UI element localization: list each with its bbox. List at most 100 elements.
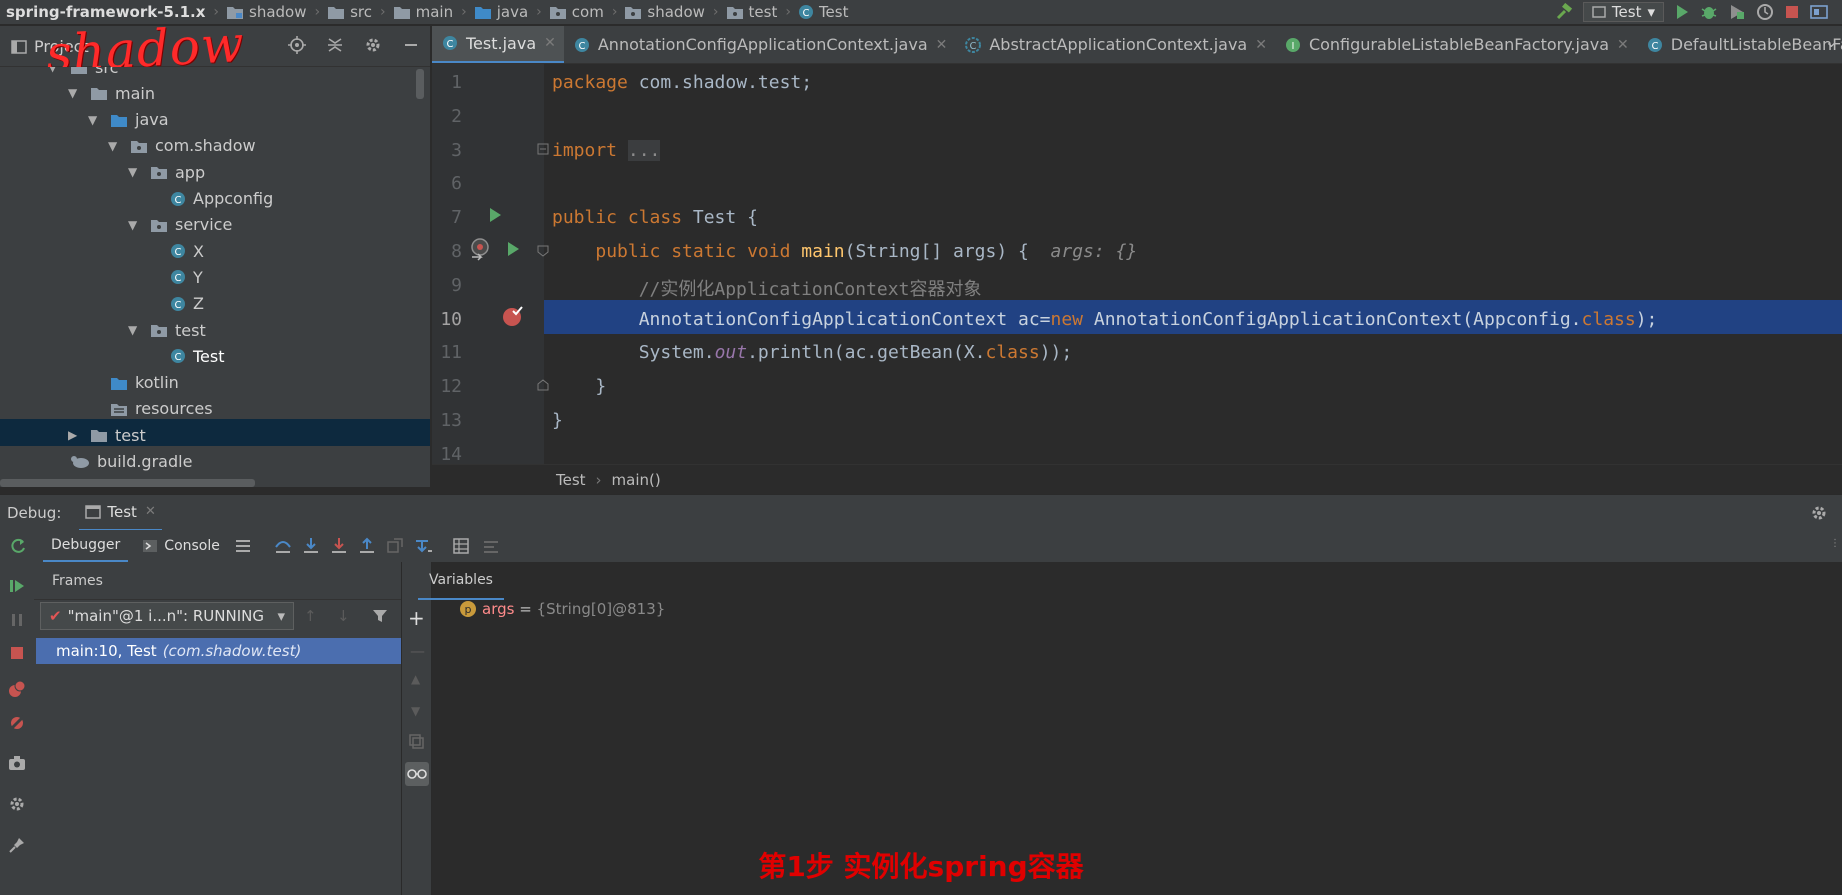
tree-node[interactable]: ▼ main (68, 80, 155, 106)
stop-icon[interactable] (1784, 4, 1800, 20)
arrow-up-icon[interactable]: ↑ (304, 607, 317, 625)
editor-tab[interactable]: I ConfigurableListableBeanFactory.java ✕ (1275, 26, 1637, 63)
more-icon[interactable]: ⋮ (1830, 538, 1840, 549)
tree-node[interactable]: CY (148, 264, 203, 290)
frame-row[interactable]: main:10, Test (com.shadow.test) (36, 638, 401, 664)
trace-icon[interactable] (482, 537, 500, 555)
run-configuration-select[interactable]: Test ▾ (1582, 2, 1664, 22)
expanded-arrow-icon[interactable]: ▼ (108, 139, 120, 153)
debug-bug-icon[interactable] (1700, 3, 1718, 21)
close-icon[interactable]: ✕ (145, 504, 156, 519)
tree-node[interactable]: kotlin (88, 370, 179, 396)
build-hammer-icon[interactable] (1555, 3, 1573, 21)
run-gutter-icon[interactable] (505, 241, 521, 257)
breadcrumb-item[interactable]: › shadow (604, 3, 705, 21)
force-step-into-icon[interactable] (330, 537, 348, 555)
run-with-coverage-icon[interactable] (1728, 3, 1746, 21)
expanded-arrow-icon[interactable]: ▼ (128, 165, 140, 179)
step-into-icon[interactable] (302, 537, 320, 555)
tree-scrollbar[interactable] (416, 69, 424, 99)
expanded-arrow-icon[interactable]: ▼ (128, 218, 140, 232)
run-gutter-icon[interactable] (487, 207, 503, 223)
add-watch-icon[interactable]: + (408, 606, 425, 630)
fold-icon[interactable] (537, 143, 549, 155)
move-down-icon[interactable]: ▼ (411, 704, 420, 718)
stop-icon[interactable] (9, 645, 25, 661)
collapsed-arrow-icon[interactable]: ▶ (68, 428, 80, 442)
resume-icon[interactable] (9, 578, 25, 594)
gear-icon[interactable] (364, 36, 382, 54)
menu-lines-icon[interactable] (234, 538, 252, 554)
code-editor[interactable] (432, 64, 1842, 464)
editor-tab[interactable]: C Test.java ✕ (432, 26, 564, 63)
tree-node[interactable]: CZ (148, 291, 204, 317)
breadcrumb-item[interactable]: › main (372, 3, 453, 21)
evaluate-expression-icon[interactable] (452, 537, 470, 555)
close-icon[interactable]: ✕ (1255, 37, 1267, 53)
close-icon[interactable]: ✕ (1617, 37, 1629, 53)
variable-row[interactable]: p args = {String[0]@813} (460, 600, 665, 618)
glasses-icon[interactable] (405, 762, 429, 786)
editor-tab[interactable]: C AnnotationConfigApplicationContext.java… (564, 26, 956, 63)
editor-crumb-class[interactable]: Test (556, 471, 586, 489)
filter-icon[interactable] (372, 608, 388, 624)
tree-node[interactable]: ▼ java (88, 107, 169, 133)
expanded-arrow-icon[interactable]: ▼ (128, 323, 140, 337)
fold-icon[interactable] (537, 379, 549, 391)
copy-icon[interactable] (409, 734, 425, 750)
editor-tab[interactable]: CDefaultListableBeanFactory.java✕ (1637, 26, 1842, 63)
breadcrumb-item[interactable]: › java (453, 3, 528, 21)
pause-icon[interactable] (9, 612, 25, 628)
run-icon[interactable] (1674, 4, 1690, 20)
rerun-icon[interactable] (9, 537, 27, 555)
tab-overflow-icon[interactable]: ⌄ (1825, 32, 1838, 51)
step-out-icon[interactable] (358, 537, 376, 555)
tree-node[interactable]: C Appconfig (148, 186, 273, 212)
gear-icon[interactable] (1810, 504, 1828, 522)
tree-node[interactable]: ▼ src (48, 67, 118, 80)
expanded-arrow-icon[interactable]: ▼ (48, 67, 60, 74)
tree-horizontal-scrollbar[interactable] (0, 479, 255, 487)
breadcrumb-item[interactable]: › com (528, 3, 604, 21)
tree-node[interactable]: build.gradle (48, 449, 192, 475)
profile-icon[interactable] (1756, 3, 1774, 21)
gear-icon[interactable] (8, 795, 26, 813)
remove-watch-icon[interactable]: — (410, 642, 425, 660)
locate-icon[interactable] (288, 36, 306, 54)
fold-icon[interactable] (537, 245, 549, 257)
step-over-icon[interactable] (274, 537, 292, 555)
editor-crumb-method[interactable]: main() (612, 471, 661, 489)
tree-node[interactable]: resources (88, 396, 213, 422)
editor-tab[interactable]: C AbstractApplicationContext.java ✕ (955, 26, 1275, 63)
close-icon[interactable]: ✕ (936, 37, 948, 53)
tree-node[interactable]: ▼ service (128, 212, 232, 238)
run-to-cursor-icon[interactable] (414, 537, 432, 555)
mute-breakpoints-icon[interactable] (8, 714, 26, 732)
arrow-down-icon[interactable]: ↓ (337, 607, 350, 625)
close-icon[interactable]: ✕ (544, 35, 556, 51)
breakpoint-icon[interactable] (502, 305, 524, 327)
tree-node[interactable]: CX (148, 238, 204, 264)
expanded-arrow-icon[interactable]: ▼ (88, 113, 100, 127)
tree-node[interactable]: ▼ test (128, 317, 206, 343)
expanded-arrow-icon[interactable]: ▼ (68, 86, 80, 100)
project-structure-icon[interactable] (1810, 3, 1828, 21)
tree-node[interactable]: ▼ com.shadow (108, 133, 256, 159)
tree-node[interactable]: ▼ app (128, 159, 205, 185)
tab-debugger[interactable]: Debugger (43, 530, 129, 562)
tree-node[interactable]: ▶ test (68, 422, 146, 448)
collapse-all-icon[interactable] (326, 36, 344, 54)
tree-node[interactable]: C Test (148, 343, 225, 369)
breadcrumb-item[interactable]: › C Test (777, 3, 848, 21)
drop-frame-icon[interactable] (386, 537, 404, 555)
method-breakpoint-icon[interactable] (469, 237, 491, 263)
camera-icon[interactable] (8, 755, 26, 771)
view-breakpoints-icon[interactable] (8, 680, 26, 698)
breadcrumb-item[interactable]: › src (307, 3, 373, 21)
tab-console[interactable]: Console (136, 530, 226, 562)
thread-select[interactable]: ✔ "main"@1 i...n": RUNNING ▾ (40, 602, 294, 630)
breadcrumb-item[interactable]: › test (705, 3, 777, 21)
debug-session-tab[interactable]: Test ✕ (79, 495, 162, 531)
move-up-icon[interactable]: ▲ (411, 672, 420, 686)
hide-panel-icon[interactable] (402, 36, 420, 54)
